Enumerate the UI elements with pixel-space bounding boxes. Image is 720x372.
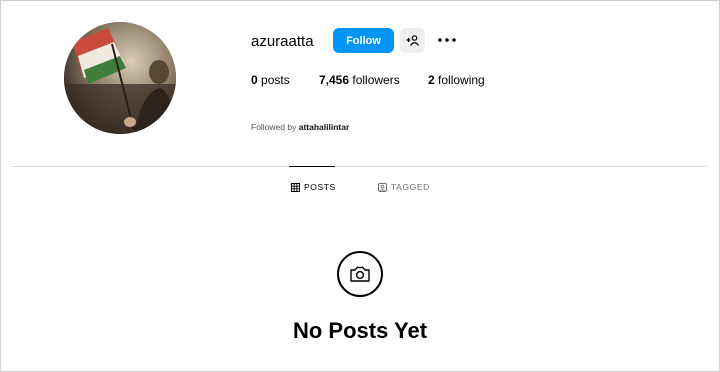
followers-count[interactable]: 7,456 followers [319, 73, 400, 87]
tab-tagged-label: TAGGED [391, 182, 430, 192]
followed-by: Followed by attahalilintar [251, 122, 349, 132]
followers-count-value: 7,456 [319, 73, 350, 87]
posts-count-value: 0 [251, 73, 258, 87]
tab-posts-label: POSTS [304, 182, 336, 192]
camera-circle [337, 251, 383, 297]
followed-by-user[interactable]: attahalilintar [299, 122, 350, 132]
active-tab-indicator [289, 166, 335, 167]
add-user-button[interactable] [400, 28, 425, 53]
following-count-label: following [434, 73, 485, 87]
posts-count: 0 posts [251, 73, 290, 87]
add-user-icon [406, 35, 419, 46]
followed-by-prefix: Followed by [251, 122, 299, 132]
more-options-button[interactable] [436, 33, 458, 47]
followers-count-label: followers [349, 73, 400, 87]
tagged-icon [378, 182, 387, 192]
more-horizontal-icon [438, 38, 456, 42]
avatar[interactable] [64, 22, 176, 134]
username: azuraatta [251, 33, 314, 50]
posts-count-label: posts [257, 73, 290, 87]
tab-posts[interactable]: POSTS [291, 182, 336, 192]
following-count[interactable]: 2 following [428, 73, 485, 87]
following-count-value: 2 [428, 73, 435, 87]
grid-icon [291, 182, 300, 192]
profile-divider [11, 166, 708, 167]
empty-state-title: No Posts Yet [292, 318, 428, 343]
camera-icon [350, 266, 370, 282]
follow-button[interactable]: Follow [333, 28, 394, 53]
avatar-image [64, 22, 176, 134]
tab-tagged[interactable]: TAGGED [378, 182, 430, 192]
